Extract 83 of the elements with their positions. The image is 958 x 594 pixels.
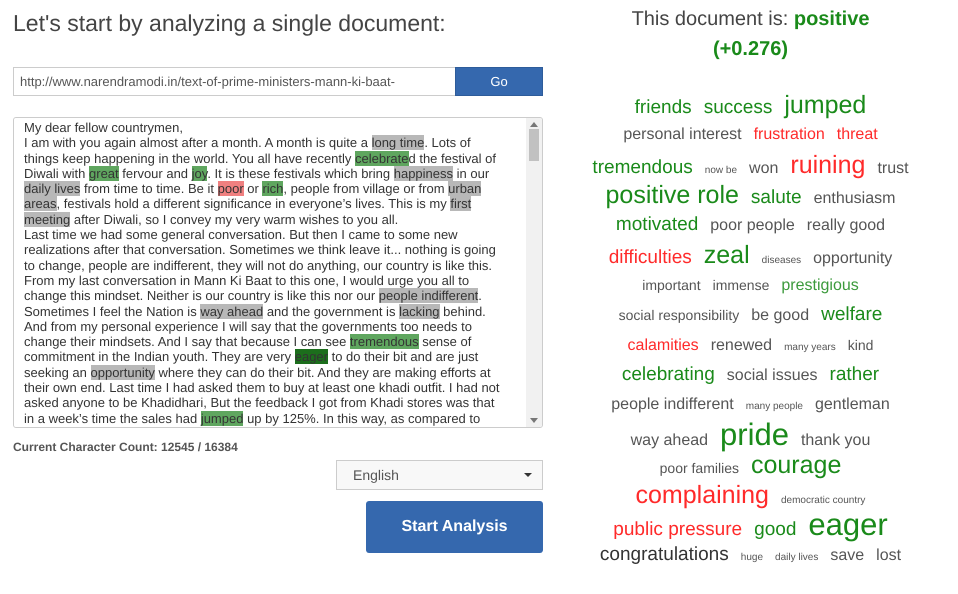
cloud-word: gentleman [815,395,890,415]
scroll-up-icon[interactable] [530,122,538,127]
cloud-word: motivated [616,213,698,237]
cloud-word: people indifferent [611,395,734,415]
cloud-word: eager [808,510,888,540]
cloud-word: really good [806,216,886,236]
cloud-word: enthusiasm [814,189,896,209]
cloud-word: huge [740,551,764,565]
cloud-word: opportunity [813,249,892,269]
text-line: meeting after Diwali, so I convey my very warm wishes to you all. [24,212,400,228]
cloud-word: lost [876,546,902,566]
cloud-word: be good [751,306,810,326]
cloud-word: democratic country [780,494,866,508]
character-count: Current Character Count: 12545 / 16384 [13,440,239,454]
text-line: areas, festivals hold a different significance in everyone’s lives. This is my first [24,196,472,212]
cloud-word: now be [704,164,738,178]
scroll-thumb[interactable] [529,129,539,161]
cloud-word: frustration [754,125,825,145]
cloud-word: public pressure [613,518,742,542]
text-line: change this mindset. Neither is our country is like this nor our people indifferent. [24,288,483,304]
cloud-word: courage [751,451,842,480]
scroll-down-icon[interactable] [530,418,538,423]
cloud-word: welfare [821,303,882,327]
cloud-word: social issues [726,366,818,386]
cloud-word: save [830,546,864,566]
cloud-word: personal interest [623,125,742,145]
cloud-word: success [704,96,772,120]
cloud-word: renewed [710,336,772,356]
cloud-word: trust [877,159,909,179]
text-line: Last time we had some general conversation. But then I came to some new [24,227,459,242]
cloud-word: important [642,276,701,295]
text-line: commitment in the Indian youth. They are very eager to do their bit and are just [24,349,480,365]
text-line: And from my personal experience I will say that the governments too needs to [24,318,474,334]
cloud-word: social responsibility [618,306,740,325]
text-line: Sometimes I feel the Nation is way ahead and the government is lacking behind. [24,304,487,319]
text-line: daily lives from time to time. Be it poor or rich, people from village or from urban [24,181,482,196]
result-summary: This document is: positive (+0.276) [630,7,870,62]
cloud-word: immense [712,276,770,295]
cloud-word: threat [836,125,878,145]
cloud-word: thank you [800,431,870,451]
page-heading: Let's start by analyzing a single document: [13,10,447,37]
cloud-word: ruining [790,150,866,180]
cloud-word: kind [848,336,874,355]
text-line: to change, people are indifferent, they will not do anything, our country is like this. [24,258,494,273]
cloud-word: good [754,518,796,542]
language-select[interactable]: English [336,460,543,490]
cloud-word: friends [634,96,692,120]
cloud-word: poor people [710,216,795,236]
cloud-word: way ahead [630,431,708,451]
cloud-word: complaining [636,480,769,510]
cloud-word: congratulations [600,543,729,567]
url-field[interactable]: http://www.narendramodi.in/text-of-prime-ministers-mann-ki-baat- [13,67,455,96]
cloud-word: tremendous [592,156,693,180]
text-line: My dear fellow countrymen, [24,120,184,136]
cloud-word: positive role [606,180,739,210]
text-line: From my last conversation in Mann Ki Baat to this one, I would urge you all to [24,272,470,288]
cloud-word: won [749,159,778,179]
cloud-word: many people [746,400,803,414]
cloud-word: many years [784,341,836,355]
text-line: I am with you again almost after a month. A month is quite a long time. Lots of [24,135,472,151]
text-line: change their mindsets. And I say that because I can see tremendous sense of [24,334,472,350]
cloud-word: pride [720,420,789,450]
text-line: their own end. Last time I had asked them to buy at least one khadi outfit. I had not [24,380,501,396]
cloud-word: calamities [628,336,699,356]
text-line: things keep happening in the world. You all have recently celebrated the festival of [24,150,497,166]
cloud-word: poor families [660,459,739,478]
cloud-word: zeal [704,240,750,270]
scrollbar[interactable] [526,118,542,427]
text-line: realizations after that conversation. Sometimes we think leave it... nothing is going [24,242,497,258]
cloud-word: diseases [762,254,802,268]
cloud-word: salute [750,186,802,210]
go-button[interactable]: Go [455,67,543,96]
document-text-area[interactable] [13,117,543,428]
text-line: asked anyone to be Khadidhari, But the feedback I got from Khadi stores was that [24,395,496,411]
cloud-word: celebrating [622,363,715,387]
cloud-word: difficulties [608,246,692,270]
cloud-word: prestigious [781,276,859,296]
cloud-word: rather [830,363,880,387]
cloud-word: daily lives [775,551,818,565]
cloud-word: jumped [784,90,866,120]
text-line: seeking an opportunity where they can do their bit. And they are making efforts at [24,364,492,380]
start-analysis-button[interactable]: Start Analysis [366,501,543,553]
caret-icon [524,473,532,477]
